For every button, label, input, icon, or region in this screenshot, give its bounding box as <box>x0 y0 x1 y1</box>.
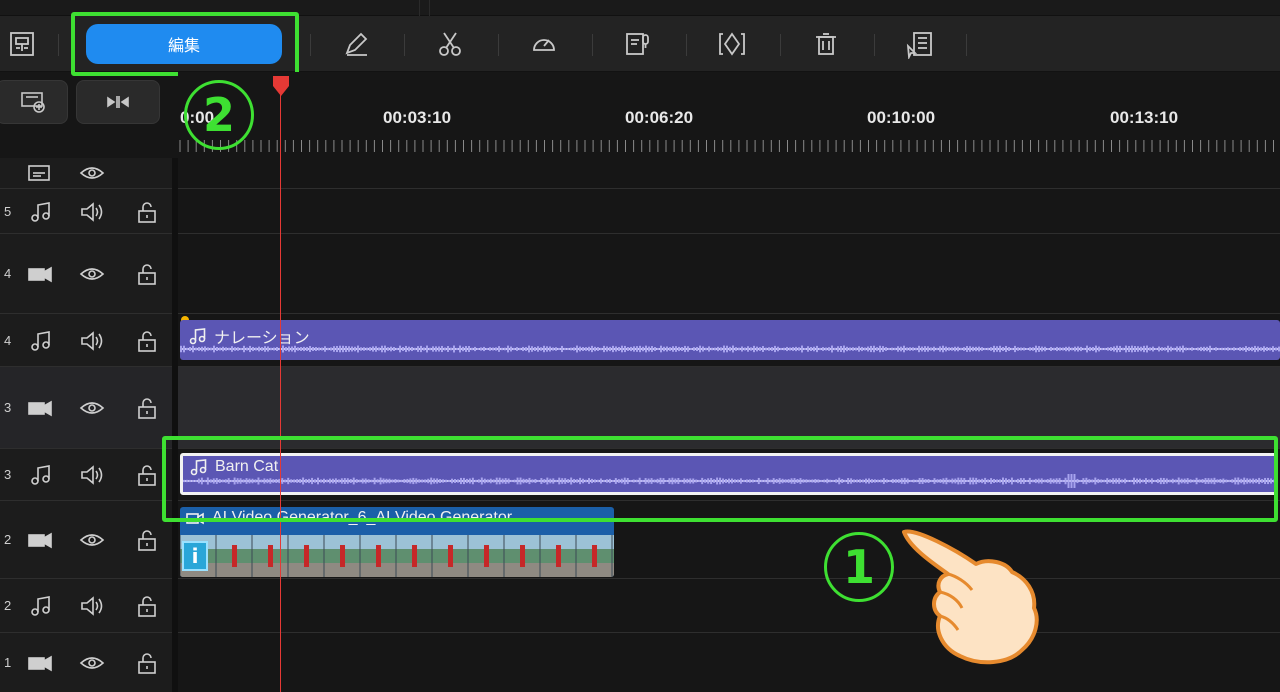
track-header-audio-5[interactable]: 5 <box>0 188 172 233</box>
lane-video-1[interactable] <box>178 632 1280 692</box>
track-number: 4 <box>4 266 12 281</box>
lane-video-2[interactable]: AI Video Generator_6_AI Video Generator … <box>178 500 1280 578</box>
unlock-icon[interactable] <box>134 395 160 421</box>
list-cursor-icon[interactable] <box>902 26 938 62</box>
speed-icon[interactable] <box>526 26 562 62</box>
track-number: 5 <box>4 204 12 219</box>
lane-audio-5[interactable] <box>178 188 1280 233</box>
toolbar-separator <box>874 34 875 56</box>
track-header-video-1[interactable]: 1 <box>0 632 172 692</box>
trash-icon[interactable] <box>808 26 844 62</box>
unlock-icon[interactable] <box>134 593 160 619</box>
toolbar-separator <box>966 34 967 56</box>
unlock-icon[interactable] <box>134 527 160 553</box>
video-editor-app: 編集 0:00 00:03:10 00:06:20 00:10:00 00:13… <box>0 0 1280 692</box>
lane-audio-4[interactable]: ナレーション <box>178 313 1280 366</box>
ai-video-clip-title: AI Video Generator_6_AI Video Generator <box>186 509 512 527</box>
track-number: 3 <box>4 467 12 482</box>
narration-waveform <box>180 345 1280 353</box>
top-strip <box>0 0 1280 16</box>
speaker-icon[interactable] <box>79 328 105 354</box>
voice-record-icon[interactable] <box>620 26 656 62</box>
eye-icon[interactable] <box>79 261 105 287</box>
music-note-icon <box>27 199 53 225</box>
music-note-icon <box>27 462 53 488</box>
ruler-ticks <box>179 140 1274 152</box>
add-track-button[interactable] <box>0 80 68 124</box>
annotation-number-1: 1 <box>824 532 894 602</box>
track-header-video-2[interactable]: 2 <box>0 500 172 578</box>
ruler-label: 00:10:00 <box>867 108 936 127</box>
toolbar-separator <box>310 34 311 56</box>
top-strip-segment <box>420 0 430 16</box>
header-top-row <box>0 158 172 186</box>
top-strip-segment <box>0 0 420 16</box>
track-number: 2 <box>4 598 12 613</box>
track-header-audio-3[interactable]: 3 <box>0 448 172 500</box>
timeline-ruler[interactable]: 0:00 00:03:10 00:06:20 00:10:00 00:13:10 <box>178 72 1280 158</box>
speaker-icon[interactable] <box>79 593 105 619</box>
lane-audio-3[interactable]: Barn Cat <box>178 448 1280 500</box>
track-header-video-4[interactable]: 4 <box>0 233 172 313</box>
eye-icon[interactable] <box>79 160 105 186</box>
barn-cat-waveform <box>183 474 1275 488</box>
playhead-marker[interactable] <box>272 76 290 96</box>
toolbar-separator <box>404 34 405 56</box>
video-thumbnails <box>180 535 614 577</box>
ai-video-clip[interactable]: AI Video Generator_6_AI Video Generator … <box>180 507 614 577</box>
video-camera-icon <box>27 395 53 421</box>
barn-cat-clip[interactable]: Barn Cat <box>180 453 1278 495</box>
track-number: 3 <box>4 400 12 415</box>
ruler-label: 00:13:10 <box>1110 108 1179 127</box>
lane-audio-2[interactable] <box>178 578 1280 632</box>
video-camera-icon <box>27 527 53 553</box>
subtitle-icon[interactable] <box>26 160 52 186</box>
lane-video-4[interactable] <box>178 233 1280 313</box>
eye-icon[interactable] <box>79 527 105 553</box>
track-header-audio-4[interactable]: 4 <box>0 313 172 366</box>
video-camera-icon <box>27 650 53 676</box>
snap-icon <box>107 96 129 108</box>
edit-button[interactable]: 編集 <box>86 24 282 64</box>
toolbar-separator <box>58 34 59 56</box>
eye-icon[interactable] <box>79 650 105 676</box>
music-note-icon <box>27 328 53 354</box>
music-note-icon <box>27 593 53 619</box>
track-number: 4 <box>4 333 12 348</box>
unlock-icon[interactable] <box>134 462 160 488</box>
toolbar-separator <box>686 34 687 56</box>
pointing-hand-icon <box>902 529 1039 665</box>
snap-button[interactable] <box>76 80 160 124</box>
speaker-icon[interactable] <box>79 199 105 225</box>
video-camera-icon <box>27 261 53 287</box>
unlock-icon[interactable] <box>134 328 160 354</box>
lane-video-3[interactable] <box>178 366 1280 448</box>
eye-icon[interactable] <box>79 395 105 421</box>
layout-icon[interactable] <box>4 26 40 62</box>
keyframe-icon[interactable] <box>714 26 750 62</box>
track-number: 2 <box>4 532 12 547</box>
add-track-icon <box>21 92 45 113</box>
annotation-number-2: 2 <box>184 80 254 150</box>
toolbar-separator <box>592 34 593 56</box>
info-icon[interactable]: i <box>182 541 208 571</box>
scissors-icon[interactable] <box>432 26 468 62</box>
toolbar-separator <box>498 34 499 56</box>
ruler-label: 00:03:10 <box>383 108 452 127</box>
speaker-icon[interactable] <box>79 462 105 488</box>
pen-icon[interactable] <box>338 26 374 62</box>
toolbar-separator <box>780 34 781 56</box>
unlock-icon[interactable] <box>134 199 160 225</box>
ai-video-clip-label: AI Video Generator_6_AI Video Generator <box>212 509 513 526</box>
narration-clip[interactable]: ナレーション <box>180 320 1280 360</box>
ruler-label: 00:06:20 <box>625 108 694 127</box>
unlock-icon[interactable] <box>134 261 160 287</box>
track-header-audio-2[interactable]: 2 <box>0 578 172 632</box>
track-number: 1 <box>4 655 12 670</box>
video-camera-icon <box>186 512 204 525</box>
playhead-line[interactable] <box>280 86 281 692</box>
unlock-icon[interactable] <box>134 650 160 676</box>
track-header-video-3[interactable]: 3 <box>0 366 172 448</box>
